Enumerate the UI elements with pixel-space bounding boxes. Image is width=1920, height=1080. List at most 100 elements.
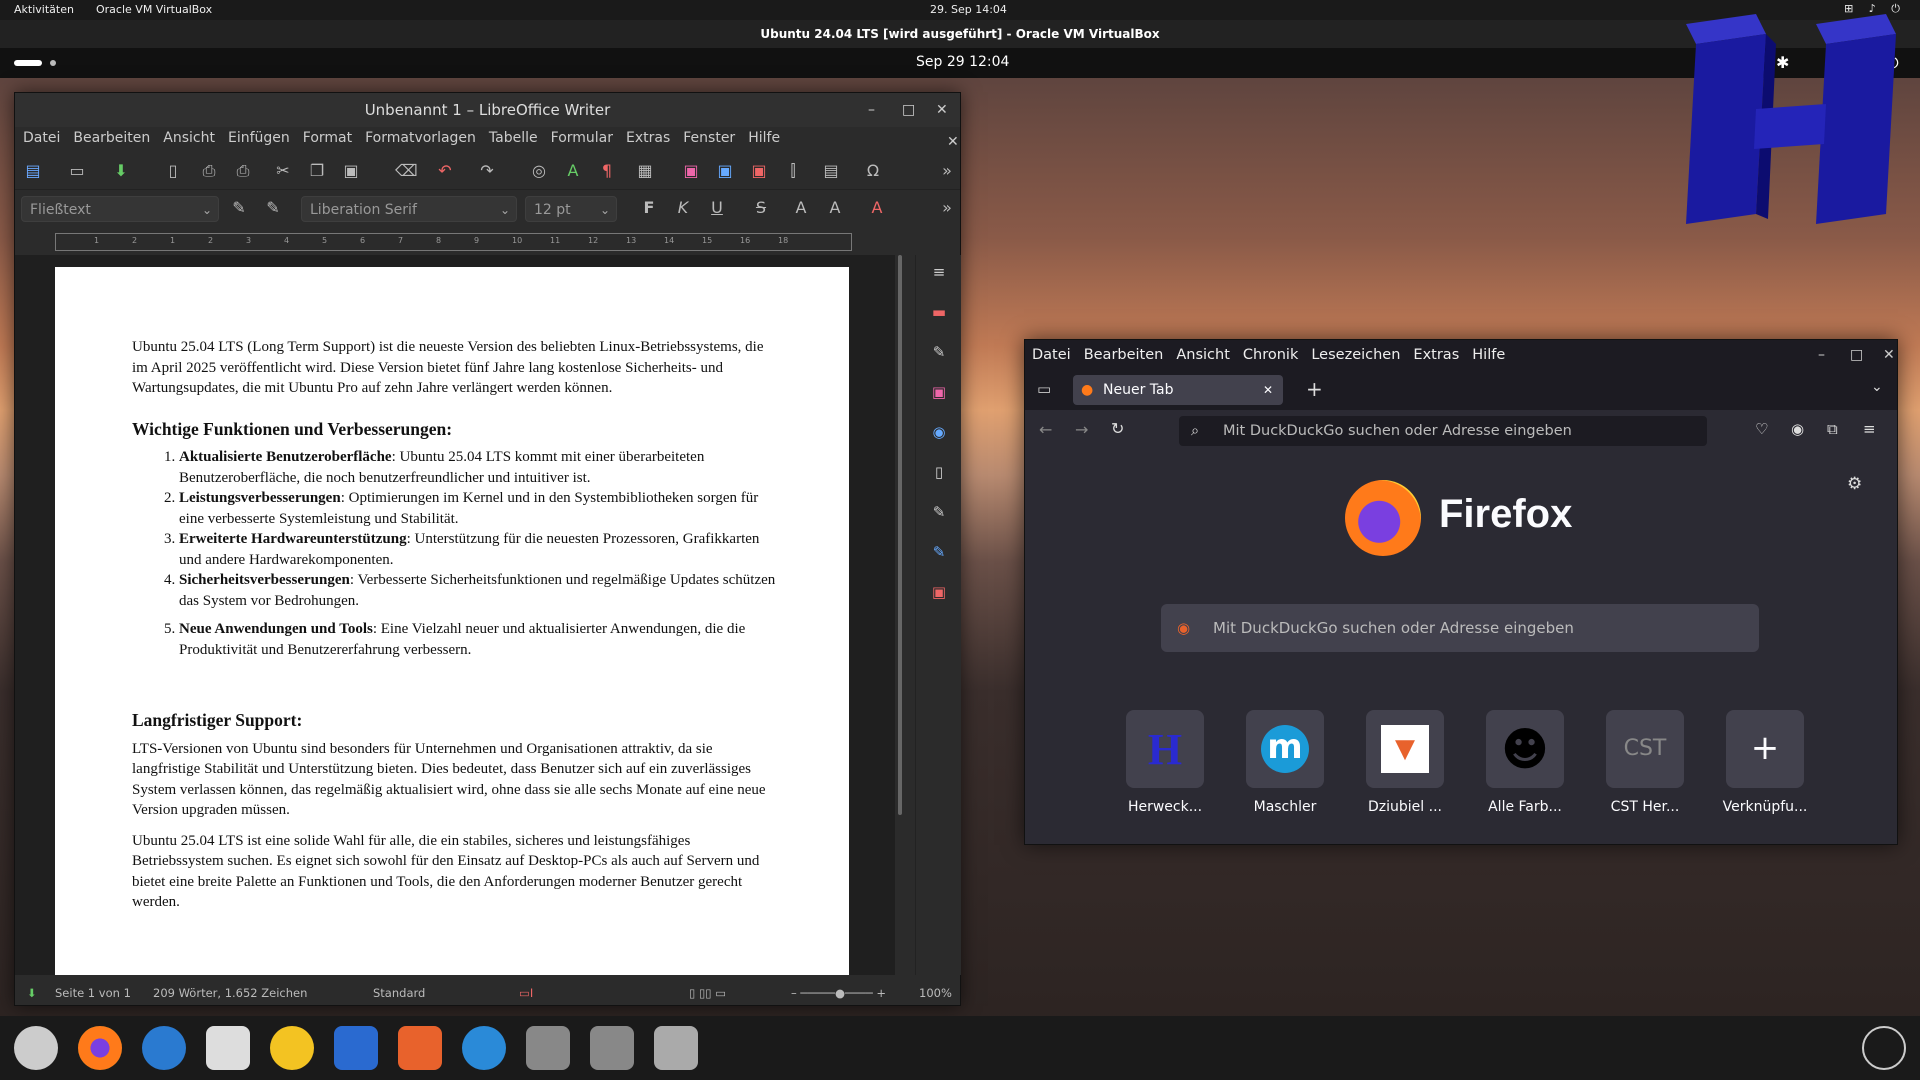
font-name-select[interactable]: Liberation Serif ⌄	[301, 196, 517, 222]
forward-icon[interactable]: →	[1075, 420, 1088, 439]
top-site-tile[interactable]: H Herweck...	[1115, 710, 1215, 815]
paste-icon[interactable]: ▣	[341, 161, 361, 181]
url-bar[interactable]: ⌕ Mit DuckDuckGo suchen oder Adresse ein…	[1179, 416, 1707, 446]
clear-formatting-icon[interactable]: A	[867, 198, 887, 218]
trash-icon[interactable]	[654, 1026, 698, 1070]
top-site-tile[interactable]: m Maschler	[1235, 710, 1335, 815]
clone-format-icon[interactable]: ⌫	[395, 161, 418, 181]
files-icon[interactable]	[206, 1026, 250, 1070]
gallery-icon[interactable]: ▣	[928, 383, 950, 403]
italic-icon[interactable]: K	[673, 198, 693, 218]
heading-support[interactable]: Langfristiger Support:	[132, 710, 777, 731]
toolbar-overflow-icon[interactable]: »	[937, 161, 957, 181]
top-site-tile[interactable]: ☻ Alle Farb...	[1475, 710, 1575, 815]
export-pdf-icon[interactable]: ▯	[163, 161, 183, 181]
superscript-icon[interactable]: A	[791, 198, 811, 218]
drive-icon[interactable]	[590, 1026, 634, 1070]
insert-image-icon[interactable]: ▣	[681, 161, 701, 181]
formatting-marks-icon[interactable]: ¶	[597, 161, 617, 181]
workspace-indicator[interactable]	[14, 60, 42, 66]
new-style-icon[interactable]: ✎	[263, 198, 283, 218]
support-paragraph[interactable]: LTS-Versionen von Ubuntu sind besonders …	[132, 739, 777, 821]
document-page[interactable]: Ubuntu 25.04 LTS (Long Term Support) ist…	[55, 267, 849, 975]
menu-bearbeiten[interactable]: Bearbeiten	[65, 127, 155, 146]
update-style-icon[interactable]: ✎	[229, 198, 249, 218]
properties-icon[interactable]: ▬	[928, 303, 950, 323]
zoom-slider[interactable]: – ─────●──── +	[791, 981, 886, 1005]
ff-menu-hilfe[interactable]: Hilfe	[1465, 340, 1511, 370]
drive-icon[interactable]	[526, 1026, 570, 1070]
design-icon[interactable]: ▣	[928, 583, 950, 603]
writer-dock-icon[interactable]	[334, 1026, 378, 1070]
ff-menu-extras[interactable]: Extras	[1406, 340, 1465, 370]
ff-menu-bearbeiten[interactable]: Bearbeiten	[1077, 340, 1170, 370]
cut-icon[interactable]: ✂	[273, 161, 293, 181]
extensions-icon[interactable]: ⧉	[1827, 420, 1838, 438]
firefox-window[interactable]: Datei Bearbeiten Ansicht Chronik Lesezeichen…	[1024, 339, 1898, 845]
list-item[interactable]: Leistungsverbesserungen: Optimierungen i…	[179, 488, 777, 529]
menu-formular[interactable]: Formular	[543, 127, 618, 146]
vertical-scrollbar[interactable]	[895, 255, 905, 975]
undo-icon[interactable]: ↶	[435, 161, 455, 181]
special-character-icon[interactable]: Ω	[863, 161, 883, 181]
horizontal-ruler[interactable]: 1 2 1 2 3 4 5 6 7 8 9 10 11 12 13 14 15 16 18	[55, 233, 852, 251]
conclusion-paragraph[interactable]: Ubuntu 25.04 LTS ist eine solide Wahl fü…	[132, 831, 777, 913]
top-site-tile[interactable]: CST CST Her...	[1595, 710, 1695, 815]
writer-window[interactable]: Unbenannt 1 – LibreOffice Writer – □ ✕ D…	[14, 92, 961, 1006]
spellcheck-icon[interactable]: ◎	[529, 161, 549, 181]
toolbar-overflow-icon[interactable]: »	[937, 198, 957, 218]
app-center-icon[interactable]	[398, 1026, 442, 1070]
new-tab-icon[interactable]: +	[1306, 377, 1323, 401]
maximize-icon[interactable]: □	[1843, 340, 1869, 370]
show-apps-icon[interactable]	[1862, 1026, 1906, 1070]
account-icon[interactable]: ◉	[1791, 420, 1804, 438]
guest-clock[interactable]: Sep 29 12:04	[916, 54, 1009, 70]
menu-formatvorlagen[interactable]: Formatvorlagen	[357, 127, 481, 146]
new-document-icon[interactable]: ▤	[23, 161, 43, 181]
word-count[interactable]: 209 Wörter, 1.652 Zeichen	[153, 981, 307, 1005]
close-icon[interactable]: ✕	[936, 93, 948, 127]
style-inspector-icon[interactable]: ✎	[928, 503, 950, 523]
activities-button[interactable]: Aktivitäten	[14, 3, 74, 16]
copy-icon[interactable]: ❐	[307, 161, 327, 181]
subscript-icon[interactable]: A	[825, 198, 845, 218]
newtab-search-input[interactable]: ◉ Mit DuckDuckGo suchen oder Adresse ein…	[1161, 604, 1759, 652]
manage-changes-icon[interactable]: ✎	[928, 543, 950, 563]
list-item[interactable]: Neue Anwendungen und Tools: Eine Vielzah…	[179, 619, 777, 660]
top-site-tile[interactable]: ▼ Dziubiel ...	[1355, 710, 1455, 815]
print-preview-icon[interactable]: ⎙	[233, 161, 253, 181]
minimize-icon[interactable]: –	[868, 93, 875, 127]
menu-hilfe[interactable]: Hilfe	[740, 127, 785, 146]
reload-icon[interactable]: ↻	[1111, 419, 1124, 438]
help-icon[interactable]	[462, 1026, 506, 1070]
scrollbar-thumb[interactable]	[898, 255, 902, 815]
insert-textbox-icon[interactable]: ▣	[749, 161, 769, 181]
add-shortcut-tile[interactable]: + Verknüpfu...	[1715, 710, 1815, 815]
workspace-dot[interactable]	[50, 60, 56, 66]
minimize-icon[interactable]: –	[1811, 340, 1831, 370]
settings-gear-icon[interactable]: ⚙	[1847, 474, 1862, 494]
insert-mode-icon[interactable]: ▭I	[519, 981, 533, 1005]
underline-icon[interactable]: U	[707, 198, 727, 218]
paragraph-style-select[interactable]: Fließtext ⌄	[21, 196, 219, 222]
sidebar-menu-icon[interactable]: ≡	[928, 263, 950, 283]
menu-einfuegen[interactable]: Einfügen	[220, 127, 295, 146]
menu-extras[interactable]: Extras	[618, 127, 675, 146]
tab-neuer-tab[interactable]: ● Neuer Tab ✕	[1073, 375, 1283, 405]
print-icon[interactable]: ⎙	[199, 161, 219, 181]
close-document-icon[interactable]: ✕	[939, 131, 964, 150]
page-break-icon[interactable]: ⫿	[783, 161, 803, 181]
menu-tabelle[interactable]: Tabelle	[481, 127, 543, 146]
autocorrect-icon[interactable]: A	[563, 161, 583, 181]
ff-menu-datei[interactable]: Datei	[1025, 340, 1077, 370]
save-icon[interactable]: ⬇	[111, 161, 131, 181]
list-item[interactable]: Aktualisierte Benutzeroberfläche: Ubuntu…	[179, 447, 777, 488]
thunderbird-icon[interactable]	[142, 1026, 186, 1070]
close-tab-icon[interactable]: ✕	[1263, 375, 1273, 405]
zoom-level[interactable]: 100%	[919, 981, 952, 1005]
host-app-name[interactable]: Oracle VM VirtualBox	[96, 3, 212, 16]
bold-icon[interactable]: F	[639, 198, 659, 218]
document-body[interactable]: Ubuntu 25.04 LTS (Long Term Support) ist…	[132, 337, 777, 923]
ff-menu-lesezeichen[interactable]: Lesezeichen	[1304, 340, 1406, 370]
page-icon[interactable]: ▯	[928, 463, 950, 483]
